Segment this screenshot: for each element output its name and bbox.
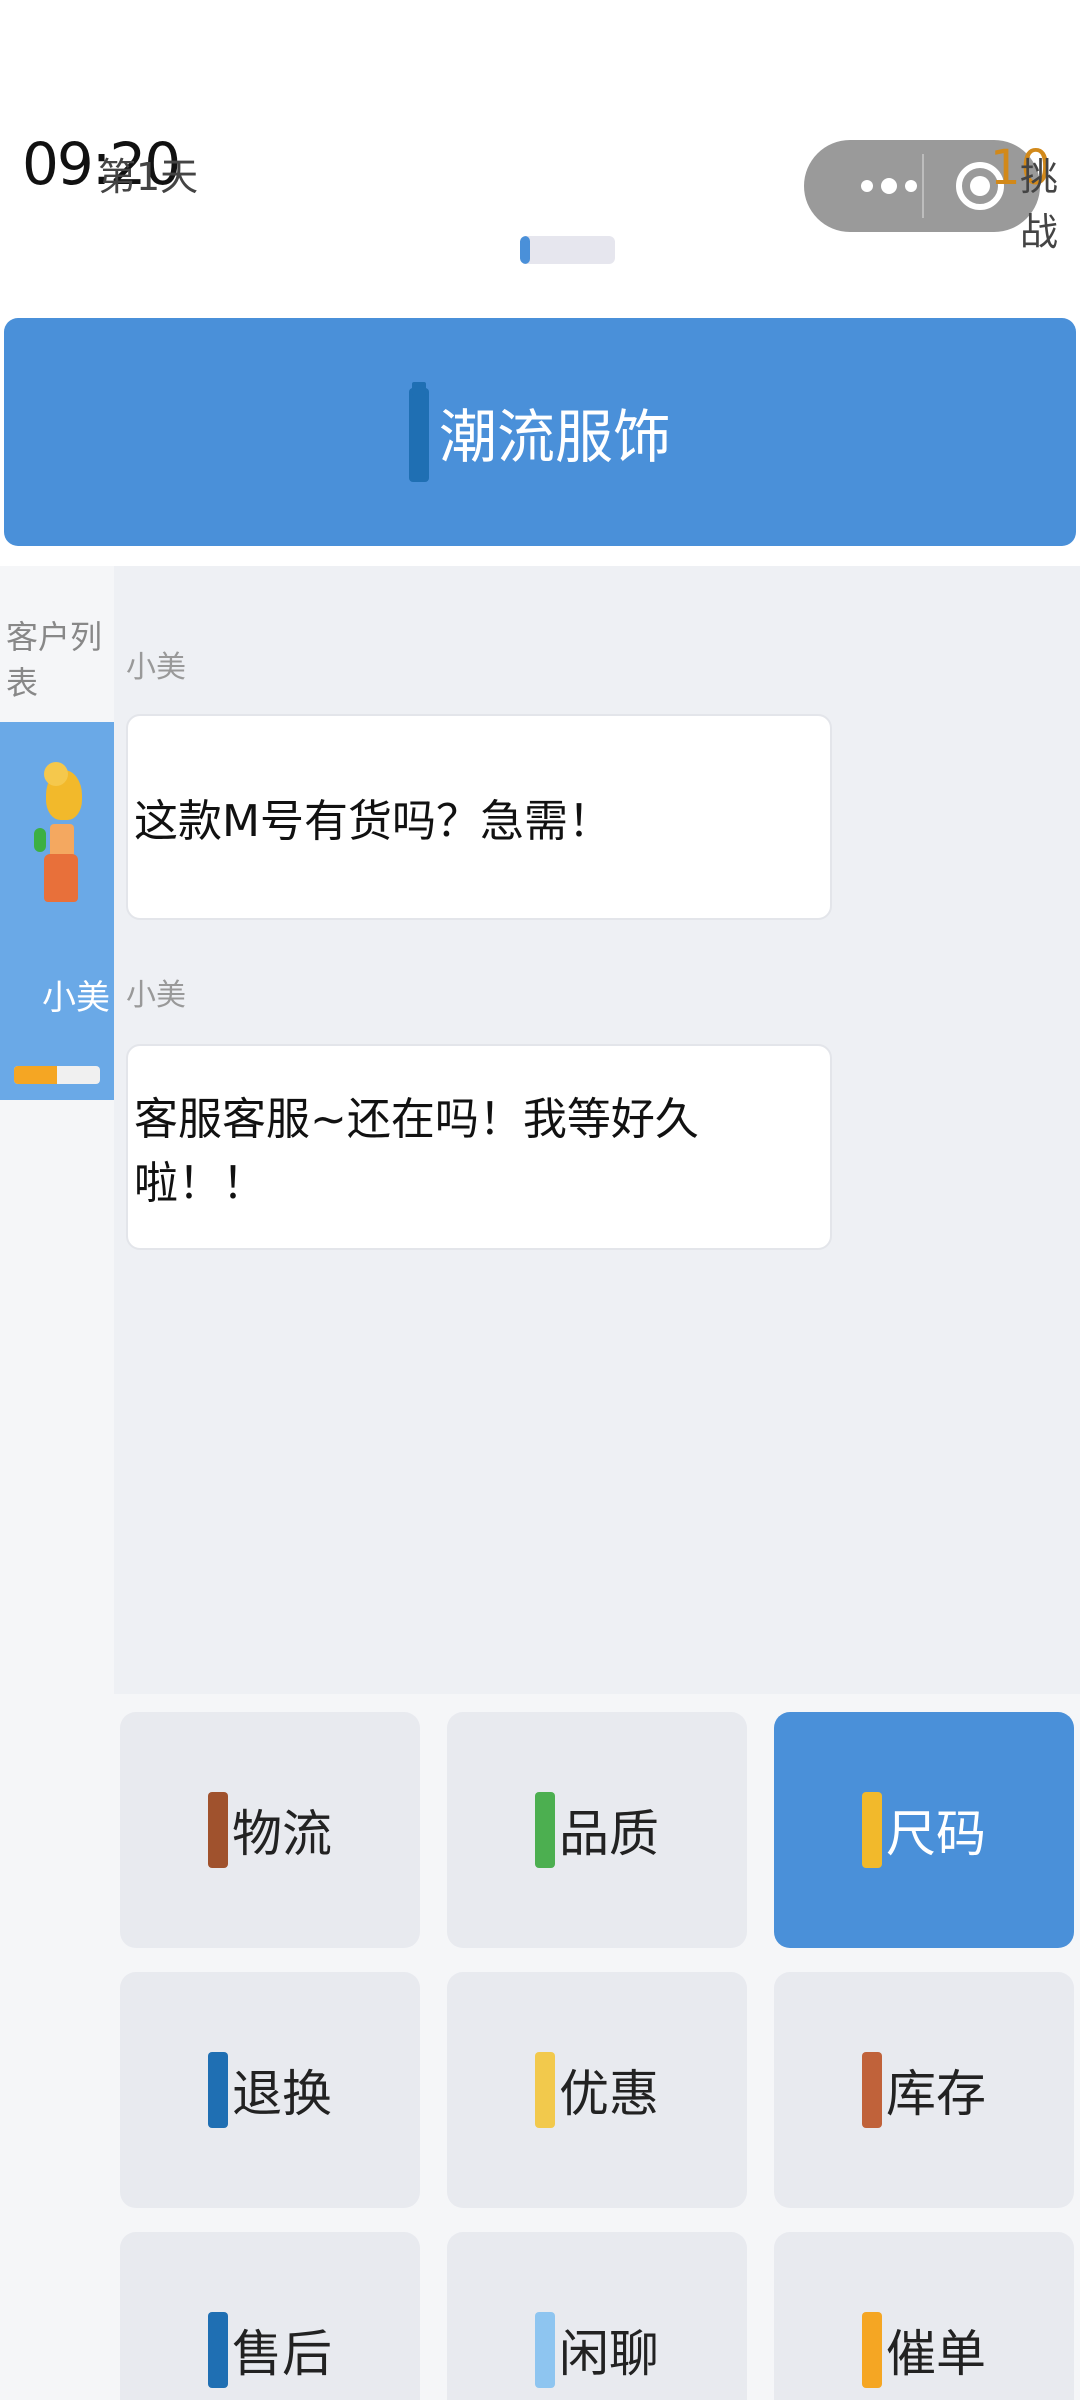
shop-title: 潮流服饰 xyxy=(438,403,671,471)
customer-mood-bar xyxy=(14,1066,100,1084)
action-button-quality[interactable]: 品质 xyxy=(447,1712,747,1948)
action-button-chat[interactable]: 闲聊 xyxy=(447,2232,747,2400)
box-icon xyxy=(208,1792,228,1868)
action-button-stock[interactable]: 库存 xyxy=(774,1972,1074,2208)
day-progress-fill xyxy=(520,236,530,264)
action-label: 尺码 xyxy=(886,1805,986,1863)
refresh-icon xyxy=(208,2052,228,2128)
avatar-icon xyxy=(34,762,84,912)
money-icon xyxy=(535,2052,555,2128)
goal-label: 挑战 xyxy=(1020,155,1059,254)
sidebar-title: 客户列表 xyxy=(6,618,103,702)
action-label: 物流 xyxy=(232,1805,332,1863)
action-label: 闲聊 xyxy=(559,2325,659,2383)
fire-icon xyxy=(862,2312,882,2388)
action-label: 退换 xyxy=(232,2065,332,2123)
action-button-urge[interactable]: 催单 xyxy=(774,2232,1074,2400)
customer-sidebar: 客户列表 小美 xyxy=(0,566,114,2400)
customer-name: 小美 xyxy=(42,978,110,1018)
action-button-logistics[interactable]: 物流 xyxy=(120,1712,420,1948)
ruler-icon xyxy=(862,1792,882,1868)
chat-panel: 小美 这款M号有货吗？急需！ 小美 客服客服~还在吗！我等好久啦！！ xyxy=(114,566,1080,1694)
shield-icon xyxy=(208,2312,228,2388)
action-label: 库存 xyxy=(886,2065,986,2123)
capsule-divider xyxy=(922,154,924,218)
action-button-aftersales[interactable]: 售后 xyxy=(120,2232,420,2400)
message-sender: 小美 xyxy=(126,978,186,1013)
action-button-return[interactable]: 退换 xyxy=(120,1972,420,2208)
more-icon[interactable] xyxy=(834,140,944,232)
clipboard-icon xyxy=(862,2052,882,2128)
action-label: 品质 xyxy=(559,1805,659,1863)
action-label: 售后 xyxy=(232,2325,332,2383)
day-progress-bar xyxy=(520,236,615,264)
customer-mood-fill xyxy=(14,1066,57,1084)
action-label: 优惠 xyxy=(559,2065,659,2123)
action-label: 催单 xyxy=(886,2325,986,2383)
status-area: 09:20 第1天 10 挑战 xyxy=(0,0,1080,310)
message-bubble: 这款M号有货吗？急需！ xyxy=(126,714,832,920)
shirt-icon xyxy=(408,382,429,482)
action-button-size[interactable]: 尺码 xyxy=(774,1712,1074,1948)
day-label: 第1天 xyxy=(98,155,199,199)
main-area: 客户列表 小美 小美 这款M号有货吗？急需！ 小美 客服客服~还在吗！我等好久啦… xyxy=(0,566,1080,2400)
message-bubble: 客服客服~还在吗！我等好久啦！！ xyxy=(126,1044,832,1250)
check-icon xyxy=(535,1792,555,1868)
shop-banner: 潮流服饰 xyxy=(4,318,1076,546)
message-sender: 小美 xyxy=(126,650,186,685)
chat-bubble-icon xyxy=(535,2312,555,2388)
customer-item[interactable]: 小美 xyxy=(0,722,114,1100)
action-button-discount[interactable]: 优惠 xyxy=(447,1972,747,2208)
